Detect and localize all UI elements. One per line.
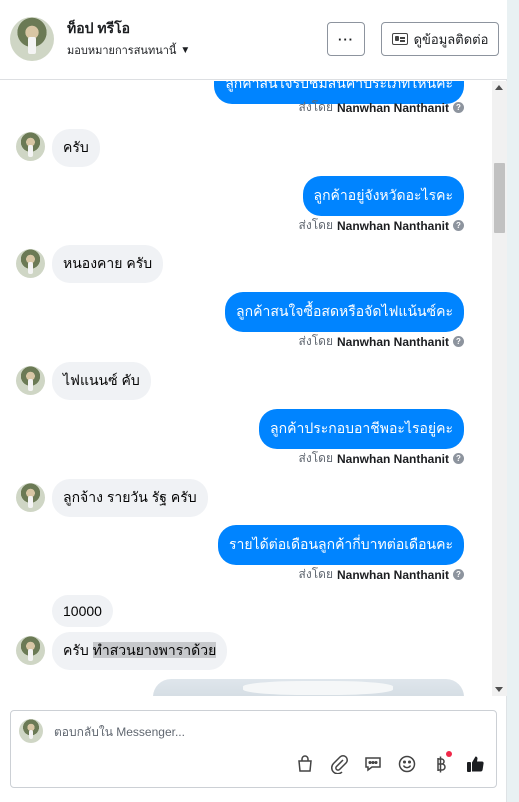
- highlighted-text: ทำสวนยางพาราด้วย: [92, 642, 217, 658]
- sent-by-line: ส่งโดย Nanwhan Nanthanit ?: [299, 98, 464, 117]
- conversation-header: ท็อป ทรีโอ มอบหมายการสนทนานี้ ▼ ··· ดูข้…: [0, 0, 507, 80]
- scroll-up-arrow-icon[interactable]: [495, 85, 503, 90]
- paperclip-icon[interactable]: [328, 753, 350, 775]
- view-contact-label: ดูข้อมูลติดต่อ: [413, 31, 489, 47]
- sent-by-line: ส่งโดย Nanwhan Nanthanit ?: [299, 449, 464, 468]
- outgoing-message: ลูกค้าอยู่จังหวัดอะไรคะ: [302, 176, 464, 216]
- incoming-message: ครับ ทำสวนยางพาราด้วย: [52, 632, 228, 670]
- sent-by-prefix: ส่งโดย: [298, 451, 333, 465]
- sender-name: Nanwhan Nanthanit: [336, 100, 449, 115]
- message-scrollbar[interactable]: [492, 81, 507, 696]
- sent-by-prefix: ส่งโดย: [298, 567, 333, 581]
- incoming-message: ลูกจ้าง รายวัน รัฐ ครับ: [52, 479, 208, 517]
- contact-avatar-small: [16, 249, 45, 278]
- sent-by-line: ส่งโดย Nanwhan Nanthanit ?: [299, 216, 464, 235]
- assign-conversation-label: มอบหมายการสนทนานี้: [67, 45, 177, 57]
- incoming-message: ครับ: [52, 129, 100, 167]
- smiley-icon[interactable]: [396, 753, 418, 775]
- reply-composer: [10, 710, 497, 788]
- contact-avatar[interactable]: [10, 17, 54, 61]
- notification-dot: [446, 751, 452, 757]
- outgoing-message: ลูกค้าประกอบอาชีพอะไรอยู่คะ: [259, 409, 464, 449]
- more-options-button[interactable]: ···: [327, 22, 365, 56]
- baht-icon[interactable]: [430, 751, 452, 775]
- contact-avatar-small: [16, 366, 45, 395]
- contact-card-icon: [391, 33, 408, 45]
- outgoing-message: รายได้ต่อเดือนลูกค้ากี่บาทต่อเดือนคะ: [217, 525, 464, 565]
- sent-by-prefix: ส่งโดย: [298, 334, 333, 348]
- reply-input[interactable]: [54, 725, 474, 739]
- contact-avatar-small: [16, 636, 45, 665]
- view-contact-button[interactable]: ดูข้อมูลติดต่อ: [381, 22, 499, 56]
- outgoing-photo-message[interactable]: [153, 679, 464, 696]
- sent-by-prefix: ส่งโดย: [298, 218, 333, 232]
- chat-bubble-icon[interactable]: [362, 753, 384, 775]
- sender-name: Nanwhan Nanthanit: [336, 451, 449, 466]
- sent-by-prefix: ส่งโดย: [298, 100, 333, 114]
- help-icon[interactable]: ?: [453, 336, 464, 347]
- sent-by-line: ส่งโดย Nanwhan Nanthanit ?: [299, 565, 464, 584]
- incoming-message: ไฟแนนซ์ คับ: [52, 362, 151, 400]
- help-icon[interactable]: ?: [453, 220, 464, 231]
- page-avatar: [19, 719, 43, 743]
- message-list: ลูกค้าสนใจรับชมสินค้าประเภทไหนคะ ส่งโดย …: [0, 81, 492, 696]
- contact-avatar-small: [16, 483, 45, 512]
- composer-toolbar: [294, 751, 486, 775]
- sender-name: Nanwhan Nanthanit: [336, 567, 449, 582]
- incoming-message: 10000: [52, 595, 113, 627]
- sender-name: Nanwhan Nanthanit: [336, 334, 449, 349]
- assign-conversation-dropdown[interactable]: มอบหมายการสนทนานี้ ▼: [67, 41, 190, 59]
- sent-by-line: ส่งโดย Nanwhan Nanthanit ?: [299, 332, 464, 351]
- message-text: ครับ: [63, 642, 93, 658]
- sender-name: Nanwhan Nanthanit: [336, 218, 449, 233]
- scroll-down-arrow-icon[interactable]: [495, 687, 503, 692]
- help-icon[interactable]: ?: [453, 102, 464, 113]
- contact-name[interactable]: ท็อป ทรีโอ: [67, 18, 130, 40]
- caret-down-icon: ▼: [180, 44, 191, 56]
- outgoing-message: ลูกค้าสนใจซื้อสดหรือจัดไฟแน้นซ์คะ: [225, 292, 464, 332]
- contact-avatar-small: [16, 132, 45, 161]
- help-icon[interactable]: ?: [453, 569, 464, 580]
- scrollbar-thumb[interactable]: [494, 163, 505, 233]
- shopping-bag-icon[interactable]: [294, 753, 316, 775]
- conversation-panel: ท็อป ทรีโอ มอบหมายการสนทนานี้ ▼ ··· ดูข้…: [0, 0, 507, 802]
- thumbs-up-icon[interactable]: [464, 753, 486, 775]
- help-icon[interactable]: ?: [453, 453, 464, 464]
- incoming-message: หนองคาย ครับ: [52, 245, 164, 283]
